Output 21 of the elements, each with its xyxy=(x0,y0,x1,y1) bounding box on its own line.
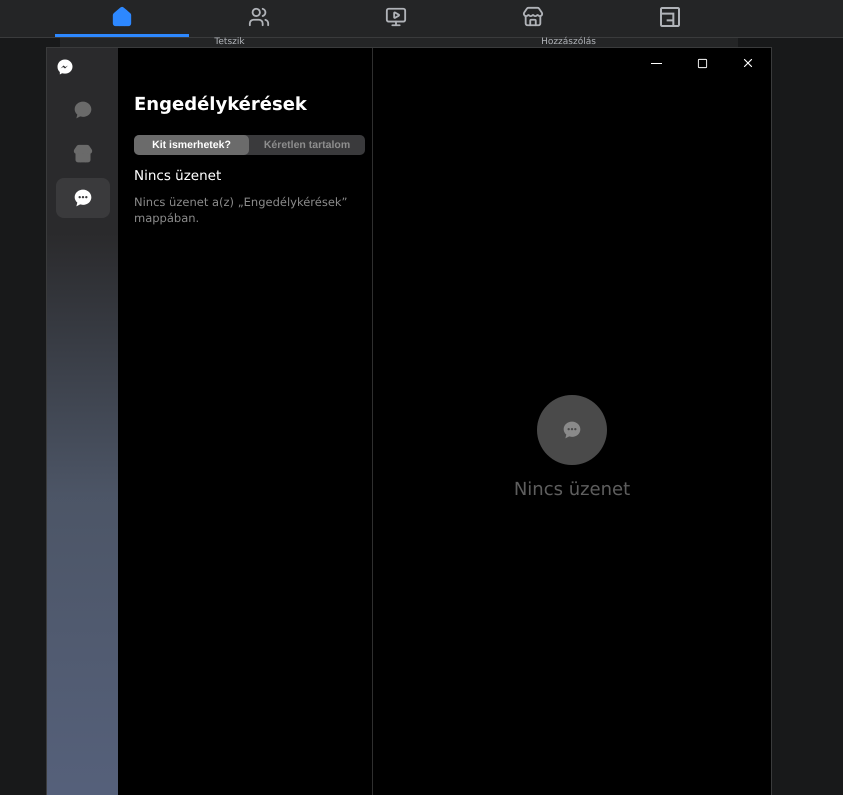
empty-title: Nincs üzenet xyxy=(134,168,222,184)
square-icon xyxy=(660,7,680,27)
panel-title: Engedélykérések xyxy=(134,94,308,115)
empty-label: Nincs üzenet xyxy=(514,479,630,500)
video-icon xyxy=(385,6,407,28)
filter-tab[interactable]: Kit ismerhetek? xyxy=(134,135,249,155)
people-icon xyxy=(248,6,270,28)
messenger-logo xyxy=(56,58,74,76)
chat-icon xyxy=(72,100,92,120)
store-icon xyxy=(72,144,92,164)
chat-dots-icon xyxy=(72,188,92,208)
post-action[interactable]: Tetszik xyxy=(60,38,399,47)
chat-dots-icon xyxy=(562,420,582,440)
home-icon xyxy=(111,6,133,28)
post-action[interactable]: Hozzászólás xyxy=(399,38,738,47)
maximize-icon xyxy=(696,58,708,68)
rail-button[interactable] xyxy=(56,178,110,218)
minimize-icon xyxy=(650,62,662,64)
empty-description: Nincs üzenet a(z) „Engedélykérések” mappában. xyxy=(134,194,349,226)
store-icon xyxy=(522,6,544,28)
close-icon xyxy=(741,56,755,70)
